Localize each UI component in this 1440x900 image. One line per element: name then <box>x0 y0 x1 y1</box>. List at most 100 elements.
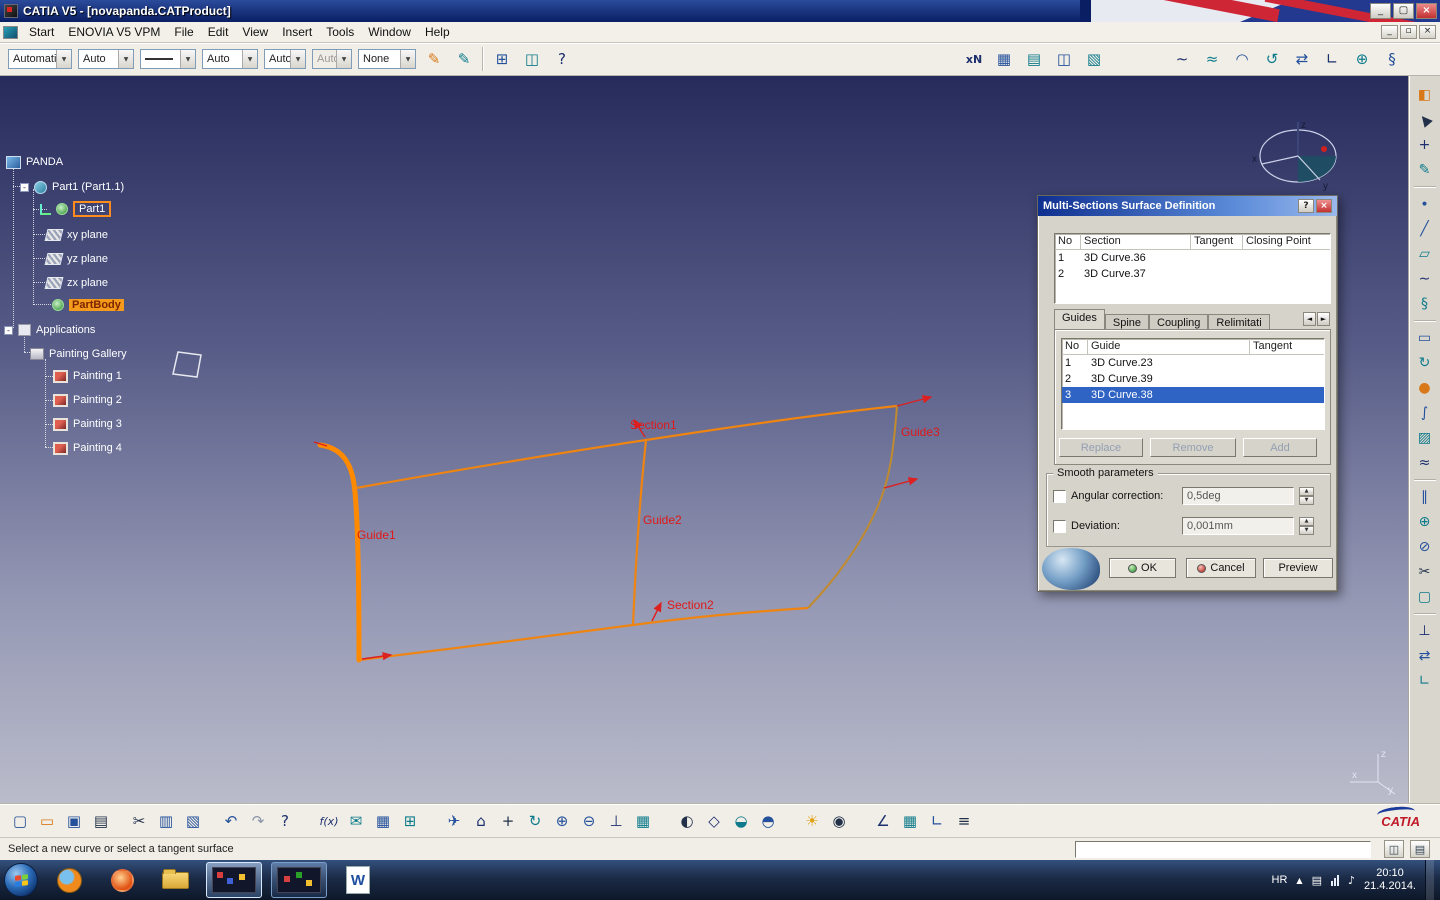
pan-icon[interactable]: + <box>496 809 520 833</box>
spin-down-icon[interactable]: ▼ <box>1299 496 1314 505</box>
fill-color-combo[interactable]: Auto ▼ <box>78 49 134 69</box>
tree-node-yz-plane[interactable]: yz plane <box>46 251 108 267</box>
menu-start[interactable]: Start <box>22 23 61 41</box>
point-icon[interactable]: ∙ <box>1413 193 1437 215</box>
guides-row-3-selected[interactable]: 3 3D Curve.38 <box>1062 387 1324 403</box>
tree-node-applications[interactable]: - Applications <box>4 322 95 338</box>
hide-show-icon[interactable]: ◒ <box>729 809 753 833</box>
point-symbol-combo[interactable]: Auto ▼ <box>264 49 306 69</box>
remove-button[interactable]: Remove <box>1150 438 1236 457</box>
deviation-field[interactable] <box>1182 517 1294 535</box>
menu-insert[interactable]: Insert <box>275 23 319 41</box>
menu-window[interactable]: Window <box>361 23 418 41</box>
line-weight-combo[interactable]: Auto ▼ <box>202 49 258 69</box>
helix-tool-icon[interactable]: § <box>1413 293 1437 315</box>
chevron-down-icon[interactable]: ▼ <box>242 50 257 68</box>
add-button[interactable]: Add <box>1243 438 1317 457</box>
sketcher-icon[interactable]: ✎ <box>1413 159 1437 181</box>
layers-icon[interactable]: ▧ <box>1082 47 1106 71</box>
revolve-icon[interactable]: ↻ <box>1413 352 1437 374</box>
print-icon[interactable]: ▤ <box>89 809 113 833</box>
menu-lines-icon[interactable]: ≡ <box>952 809 976 833</box>
design-table-icon[interactable]: ⊞ <box>398 809 422 833</box>
mdi-minimize-button[interactable]: _ <box>1381 25 1398 39</box>
fit-all-icon[interactable]: ⌂ <box>469 809 493 833</box>
parameters-icon[interactable]: xN <box>962 47 986 71</box>
tree-label-selected-frame[interactable]: Part1 <box>73 201 111 217</box>
guides-row-1[interactable]: 1 3D Curve.23 <box>1062 355 1324 371</box>
select-arrow-icon[interactable]: ▲ <box>1408 104 1440 136</box>
dialog-close-button[interactable]: × <box>1316 199 1332 213</box>
ok-button[interactable]: OK <box>1109 558 1176 578</box>
dialog-title-bar[interactable]: Multi-Sections Surface Definition ? × <box>1038 196 1337 216</box>
keyboard-tray-icon[interactable]: ▤ <box>1312 874 1322 887</box>
light-icon[interactable]: ☀ <box>800 809 824 833</box>
join-icon[interactable]: ⊕ <box>1413 511 1437 533</box>
plane-tool-icon[interactable]: ▱ <box>1413 243 1437 265</box>
taskbar-clock[interactable]: 20:10 21.4.2014. <box>1364 867 1416 893</box>
sections-row-2[interactable]: 2 3D Curve.37 <box>1055 266 1330 282</box>
rotate-icon[interactable]: ↻ <box>523 809 547 833</box>
tree-node-part-instance[interactable]: - Part1 (Part1.1) <box>20 179 124 195</box>
word-taskbar-button[interactable]: W <box>336 862 380 898</box>
status-tool-icon[interactable]: ◫ <box>1384 840 1404 858</box>
column-header[interactable]: No <box>1055 234 1081 249</box>
chevron-down-icon[interactable]: ▼ <box>290 50 305 68</box>
axis-system-tool-icon[interactable]: ∟ <box>1413 670 1437 692</box>
menu-tools[interactable]: Tools <box>319 23 361 41</box>
menu-view[interactable]: View <box>235 23 275 41</box>
link-window-icon[interactable]: ⊞ <box>490 47 514 71</box>
column-header[interactable]: Tangent <box>1191 234 1243 249</box>
offset-icon[interactable]: ∥ <box>1413 486 1437 508</box>
replace-button[interactable]: Replace <box>1059 438 1143 457</box>
spin-up-icon[interactable]: ▲ <box>1299 487 1314 496</box>
menu-help[interactable]: Help <box>418 23 457 41</box>
swap-visible-icon[interactable]: ◓ <box>756 809 780 833</box>
tree-node-zx-plane[interactable]: zx plane <box>46 275 108 291</box>
open-icon[interactable]: ▭ <box>35 809 59 833</box>
tree-node-xy-plane[interactable]: xy plane <box>46 227 108 243</box>
spline-icon[interactable]: ∼ <box>1170 47 1194 71</box>
tree-node-painting-3[interactable]: Painting 3 <box>53 416 122 432</box>
title-bar[interactable]: CATIA V5 - [novapanda.CATProduct] _ ▢ × <box>0 0 1440 22</box>
help-icon[interactable]: ? <box>273 809 297 833</box>
tree-node-painting-2[interactable]: Painting 2 <box>53 392 122 408</box>
status-keyboard-icon[interactable]: ▤ <box>1410 840 1430 858</box>
language-indicator[interactable]: HR <box>1272 874 1288 886</box>
wizard-pen-icon[interactable]: ✎ <box>452 47 476 71</box>
extrude-icon[interactable]: ▭ <box>1413 327 1437 349</box>
multi-sections-icon[interactable]: ≈ <box>1413 452 1437 474</box>
spin-up-icon[interactable]: ▲ <box>1299 517 1314 526</box>
tab-scroll-right-icon[interactable]: ► <box>1317 312 1330 326</box>
column-header[interactable]: Guide <box>1088 339 1250 354</box>
trim-icon[interactable]: ✂ <box>1413 561 1437 583</box>
tree-node-painting-gallery[interactable]: Painting Gallery <box>30 346 127 362</box>
tree-node-part[interactable]: Part1 <box>40 201 111 217</box>
stamp-icon[interactable]: ◫ <box>1052 47 1076 71</box>
formula-icon[interactable]: f(x) <box>317 809 341 833</box>
render-icon[interactable]: ◧ <box>1413 84 1437 106</box>
close-button[interactable]: × <box>1416 3 1437 19</box>
catia-taskbar-button-active[interactable] <box>206 862 262 898</box>
connect-icon[interactable]: ⊕ <box>1350 47 1374 71</box>
guides-table[interactable]: No Guide Tangent 1 3D Curve.23 2 3D Curv… <box>1061 338 1325 430</box>
sweep-surface-icon[interactable]: ∫ <box>1413 402 1437 424</box>
menu-enovia[interactable]: ENOVIA V5 VPM <box>61 23 167 41</box>
sections-table[interactable]: No Section Tangent Closing Point 1 3D Cu… <box>1054 233 1331 304</box>
maximize-button[interactable]: ▢ <box>1393 3 1414 19</box>
firefox-taskbar-button[interactable] <box>47 862 91 898</box>
table-icon[interactable]: ▦ <box>371 809 395 833</box>
dialog-help-button[interactable]: ? <box>1298 199 1314 213</box>
column-header[interactable]: Section <box>1081 234 1191 249</box>
projection-icon[interactable]: ⊥ <box>1413 620 1437 642</box>
media-player-taskbar-button[interactable] <box>100 862 144 898</box>
copy-icon[interactable]: ▥ <box>154 809 178 833</box>
undo-icon[interactable]: ↶ <box>219 809 243 833</box>
viewport[interactable]: Section1 Guide3 Guide2 Guide1 Section2 z… <box>0 76 1408 804</box>
cancel-button[interactable]: Cancel <box>1186 558 1256 578</box>
mdi-close-button[interactable]: × <box>1419 25 1436 39</box>
arc-icon[interactable]: ◠ <box>1230 47 1254 71</box>
sphere-icon[interactable]: ● <box>1413 377 1437 399</box>
tree-node-product[interactable]: PANDA <box>6 154 63 170</box>
power-input[interactable] <box>1075 841 1371 858</box>
